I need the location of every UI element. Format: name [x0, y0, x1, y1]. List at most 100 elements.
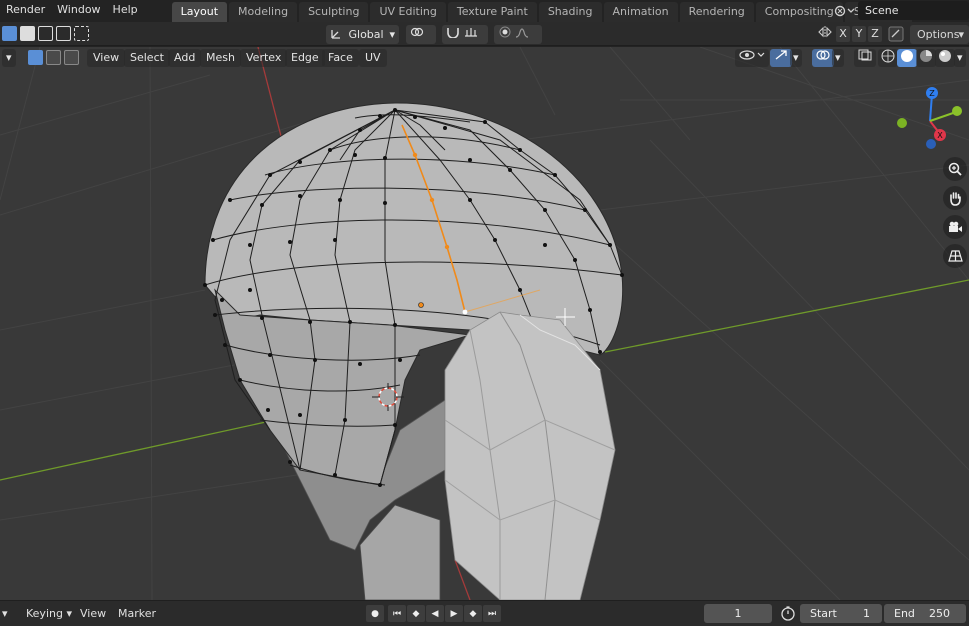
mirror-z-toggle[interactable]: Z: [868, 26, 882, 42]
start-frame-field[interactable]: Start 1: [800, 604, 882, 623]
gizmo-neg-z-axis[interactable]: [926, 139, 936, 149]
hand-pan-icon[interactable]: [943, 186, 967, 210]
play-reverse-icon[interactable]: ◀: [426, 605, 444, 622]
proportional-edit-dropdown[interactable]: [494, 25, 542, 44]
current-frame-field[interactable]: 1: [704, 604, 772, 623]
tab-layout[interactable]: Layout: [171, 2, 228, 22]
tab-sculpting[interactable]: Sculpting: [299, 2, 369, 22]
tab-uv-editing[interactable]: UV Editing: [370, 2, 446, 22]
tab-shading[interactable]: Shading: [538, 2, 602, 22]
face-select-mode-icon[interactable]: [64, 50, 79, 65]
menu-select[interactable]: Select: [124, 49, 170, 67]
menu-vertex[interactable]: Vertex: [240, 49, 288, 67]
menu-help[interactable]: Help: [107, 0, 144, 22]
menu-view[interactable]: View: [87, 49, 126, 67]
viewport-scene[interactable]: [0, 47, 969, 600]
timeline-menu-marker[interactable]: Marker: [118, 605, 156, 623]
active-vertex: [462, 309, 468, 315]
menu-mesh[interactable]: Mesh: [200, 49, 241, 67]
editor-type-dropdown[interactable]: ▾: [2, 49, 16, 67]
options-dropdown[interactable]: Options ▾: [910, 25, 969, 44]
workspace-tabs: Layout Modeling Sculpting UV Editing Tex…: [171, 0, 934, 22]
falloff-curve-icon: [515, 28, 528, 38]
camera-icon[interactable]: [943, 215, 967, 239]
overlays-toggle[interactable]: [812, 49, 834, 67]
scene-name-field[interactable]: Scene: [858, 1, 969, 20]
chevron-down-icon[interactable]: ▾: [790, 49, 802, 67]
orientation-icon: [331, 30, 340, 39]
median-point-dot: [418, 302, 424, 308]
edge-select-mode-icon[interactable]: [46, 50, 61, 65]
snap-increment-icon: [464, 28, 477, 37]
mirror-y-toggle[interactable]: Y: [852, 26, 866, 42]
transform-orientation-dropdown[interactable]: Global ▾: [326, 25, 399, 44]
end-frame-field[interactable]: End 250: [884, 604, 966, 623]
chevron-down-icon: ▾: [958, 28, 964, 41]
shading-solid-icon[interactable]: [897, 49, 917, 67]
zoom-icon[interactable]: [943, 157, 967, 181]
y-axis-line-right: [604, 279, 969, 353]
chevron-down-icon[interactable]: ▾: [832, 49, 844, 67]
visibility-dropdown[interactable]: [735, 49, 769, 67]
proportional-edit-icon: [499, 26, 511, 38]
tool-header: Global ▾ X Y Z Options ▾: [0, 22, 969, 46]
scene-icon[interactable]: [830, 1, 858, 21]
xray-toggle[interactable]: [854, 49, 876, 67]
jump-start-icon[interactable]: ⏮: [388, 605, 406, 622]
gizmo-y-axis[interactable]: [952, 106, 962, 116]
tab-rendering[interactable]: Rendering: [679, 2, 754, 22]
end-value: 250: [929, 607, 950, 620]
viewport-header: ▾ View Select Add Mesh Vertex Edge Face …: [0, 47, 969, 69]
timeline-menu-view[interactable]: View: [80, 605, 106, 623]
options-label: Options: [917, 28, 960, 41]
ear-mesh: [444, 311, 616, 600]
record-keyframe-icon[interactable]: ●: [366, 605, 384, 622]
shading-material-icon[interactable]: [916, 49, 936, 67]
eye-icon: [739, 50, 765, 60]
pivot-point-dropdown[interactable]: [406, 25, 436, 44]
chevron-down-icon[interactable]: ▾: [954, 49, 966, 67]
navigation-gizmo[interactable]: Z X: [890, 81, 969, 151]
y-axis-line: [0, 419, 276, 481]
tab-animation[interactable]: Animation: [603, 2, 678, 22]
pivot-icon: [410, 27, 424, 37]
shading-wireframe-icon[interactable]: [878, 49, 898, 67]
magnet-icon: [447, 28, 459, 39]
grid-view-icon[interactable]: [943, 244, 967, 268]
select-mode-intersect-icon[interactable]: [74, 26, 89, 41]
overlays-icon: [816, 50, 830, 60]
menu-render[interactable]: Render: [0, 0, 51, 22]
mirror-x-toggle[interactable]: X: [836, 26, 850, 42]
gizmo-toggle[interactable]: [770, 49, 792, 67]
jump-next-keyframe-icon[interactable]: ◆: [464, 605, 482, 622]
chevron-down-icon[interactable]: ▾: [2, 605, 8, 623]
menu-window[interactable]: Window: [51, 0, 106, 22]
snap-dropdown[interactable]: [442, 25, 488, 44]
gizmo-neg-y-axis[interactable]: [897, 118, 907, 128]
shading-rendered-icon[interactable]: [935, 49, 955, 67]
auto-merge-icon[interactable]: [888, 26, 906, 45]
select-mode-new-icon[interactable]: [2, 26, 17, 41]
menu-edge[interactable]: Edge: [285, 49, 325, 67]
jump-prev-keyframe-icon[interactable]: ◆: [407, 605, 425, 622]
gizmo-x-label: X: [937, 131, 943, 140]
tab-modeling[interactable]: Modeling: [229, 2, 298, 22]
selected-vertex: [444, 244, 450, 250]
select-mode-invert-icon[interactable]: [56, 26, 71, 41]
stopwatch-icon[interactable]: [780, 605, 798, 623]
menu-face[interactable]: Face: [322, 49, 359, 67]
vertex-select-mode-icon[interactable]: [28, 50, 43, 65]
keying-dropdown[interactable]: Keying ▾: [22, 605, 76, 623]
xray-icon: [858, 49, 872, 61]
ear-flap-lower: [359, 504, 441, 600]
select-mode-extend-icon[interactable]: [20, 26, 35, 41]
select-mode-subtract-icon[interactable]: [38, 26, 53, 41]
jump-end-icon[interactable]: ⏭: [483, 605, 501, 622]
mirror-icon[interactable]: [818, 25, 834, 44]
tab-texture-paint[interactable]: Texture Paint: [447, 2, 537, 22]
menu-uv[interactable]: UV: [359, 49, 387, 67]
3d-viewport[interactable]: ▾ View Select Add Mesh Vertex Edge Face …: [0, 47, 969, 600]
gizmo-icon: [775, 50, 787, 60]
play-icon[interactable]: ▶: [445, 605, 463, 622]
menu-add[interactable]: Add: [168, 49, 202, 67]
